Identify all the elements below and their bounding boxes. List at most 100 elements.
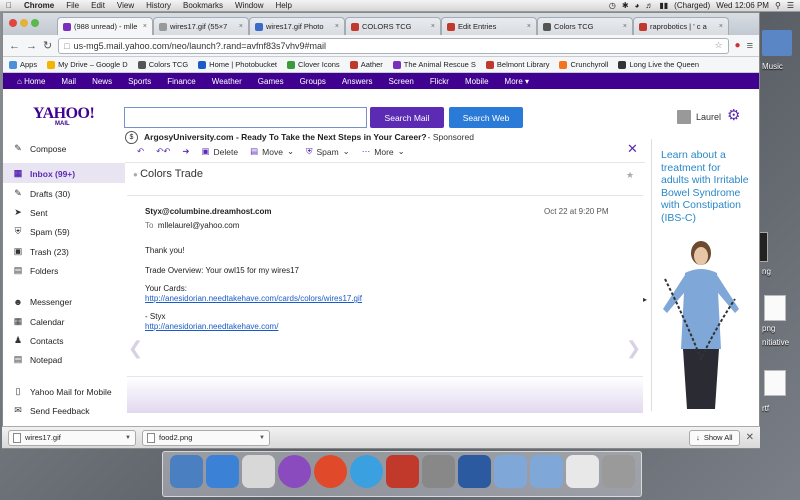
extension-icon[interactable]: ● bbox=[735, 40, 741, 51]
chevron-down-icon[interactable]: ▼ bbox=[125, 435, 131, 441]
close-message-icon[interactable]: ✕ bbox=[627, 141, 638, 157]
reply-all-icon[interactable]: ↶↶ bbox=[156, 146, 170, 157]
finder-icon[interactable] bbox=[170, 455, 203, 488]
sidebar-item-trash[interactable]: ▣ Trash (23) bbox=[13, 246, 69, 257]
avatar[interactable] bbox=[677, 110, 691, 124]
show-all-button[interactable]: ↓ Show All bbox=[689, 429, 740, 446]
nav-news[interactable]: News bbox=[84, 77, 120, 86]
reload-icon[interactable]: ↻ bbox=[43, 39, 52, 52]
textedit-icon[interactable] bbox=[242, 455, 275, 488]
downloads-stack-icon[interactable] bbox=[566, 455, 599, 488]
bookmark-long-live-the-queen[interactable]: Long Live the Queen bbox=[618, 60, 699, 69]
compose-button[interactable]: ✎ Compose bbox=[13, 143, 66, 154]
settings-gear-icon[interactable]: ⚙ bbox=[727, 106, 740, 124]
menu-icon[interactable]: ≡ bbox=[747, 40, 753, 52]
download-item-wires17[interactable]: wires17.gif ▼ bbox=[8, 429, 136, 446]
nav-weather[interactable]: Weather bbox=[204, 77, 250, 86]
message-from[interactable]: Styx@columbine.dreamhost.com bbox=[145, 207, 272, 216]
download-item-food2[interactable]: food2.png ▼ bbox=[142, 429, 270, 446]
menu-help[interactable]: Help bbox=[269, 1, 297, 10]
chrome-icon[interactable] bbox=[314, 455, 347, 488]
tab-edit-entries[interactable]: Edit Entries × bbox=[441, 17, 537, 35]
documents-folder-icon[interactable] bbox=[530, 455, 563, 488]
move-button[interactable]: ▤ Move ⌄ bbox=[250, 146, 294, 157]
bluetooth-icon[interactable]: ✱ bbox=[622, 1, 629, 10]
sidebar-item-contacts[interactable]: ♟ Contacts bbox=[13, 335, 64, 346]
nav-answers[interactable]: Answers bbox=[334, 77, 381, 86]
chevron-down-icon[interactable]: ▼ bbox=[259, 435, 265, 441]
system-preferences-icon[interactable] bbox=[422, 455, 455, 488]
time-machine-icon[interactable]: ◷ bbox=[609, 1, 616, 10]
sidebar-item-inbox[interactable]: ▦ Inbox (99+) bbox=[13, 168, 75, 179]
window-close-icon[interactable] bbox=[9, 19, 17, 27]
to-address[interactable]: mllelaurel@yahoo.com bbox=[158, 221, 240, 230]
nav-flickr[interactable]: Flickr bbox=[422, 77, 457, 86]
spam-button[interactable]: ⛨ Spam ⌄ bbox=[306, 146, 350, 157]
forward-icon[interactable]: → bbox=[26, 40, 37, 52]
tab-wires17-gif[interactable]: wires17.gif (55×7 × bbox=[153, 17, 249, 35]
volume-icon[interactable]: ♬ bbox=[645, 1, 653, 10]
applications-folder-icon[interactable] bbox=[494, 455, 527, 488]
bookmark-apps[interactable]: Apps bbox=[9, 60, 37, 69]
previous-message-icon[interactable]: ❮ bbox=[128, 338, 143, 359]
menu-app-name[interactable]: Chrome bbox=[18, 1, 60, 10]
sidebar-item-calendar[interactable]: ▦ Calendar bbox=[13, 316, 65, 327]
bookmark-clover-icons[interactable]: Clover Icons bbox=[287, 60, 340, 69]
menu-history[interactable]: History bbox=[140, 1, 177, 10]
tab-colors-tcg[interactable]: Colors TCG × bbox=[537, 17, 633, 35]
forward-icon[interactable]: ➜ bbox=[182, 146, 189, 157]
menu-file[interactable]: File bbox=[60, 1, 85, 10]
menu-window[interactable]: Window bbox=[229, 1, 269, 10]
sidebar-item-mail-mobile[interactable]: ▯ Yahoo Mail for Mobile bbox=[13, 386, 112, 397]
nav-groups[interactable]: Groups bbox=[292, 77, 334, 86]
search-input[interactable] bbox=[124, 107, 367, 128]
xcode-icon[interactable] bbox=[458, 455, 491, 488]
address-bar[interactable]: □ us-mg5.mail.yahoo.com/neo/launch?.rand… bbox=[58, 37, 729, 54]
tab-raprobotics[interactable]: raprobotics | ' c a × bbox=[633, 17, 729, 35]
sidebar-item-folders[interactable]: ▤ Folders bbox=[13, 265, 59, 276]
menu-view[interactable]: View bbox=[111, 1, 140, 10]
battery-icon[interactable]: ▮▮ bbox=[659, 1, 668, 10]
signature-link[interactable]: http://anesidorian.needtakehave.com/ bbox=[145, 322, 278, 331]
tab-close-icon[interactable]: × bbox=[143, 23, 147, 30]
bookmark-star-icon[interactable]: ☆ bbox=[714, 40, 722, 51]
tab-close-icon[interactable]: × bbox=[239, 23, 243, 30]
collapse-ad-icon[interactable]: ▸ bbox=[643, 295, 647, 304]
sidebar-item-drafts[interactable]: ✎ Drafts (30) bbox=[13, 188, 70, 199]
tab-close-icon[interactable]: × bbox=[335, 23, 339, 30]
search-mail-button[interactable]: Search Mail bbox=[370, 107, 444, 128]
window-zoom-icon[interactable] bbox=[31, 19, 39, 27]
back-icon[interactable]: ← bbox=[9, 40, 20, 52]
sidebar-item-notepad[interactable]: ▤ Notepad bbox=[13, 354, 62, 365]
tab-close-icon[interactable]: × bbox=[623, 23, 627, 30]
trash-icon[interactable] bbox=[602, 455, 635, 488]
spotlight-icon[interactable]: ⚲ bbox=[775, 1, 781, 10]
bookmark-colors-tcg[interactable]: Colors TCG bbox=[137, 60, 188, 69]
clock[interactable]: Wed 12:06 PM bbox=[716, 1, 769, 10]
bookmark-belmont-library[interactable]: Belmont Library bbox=[485, 60, 549, 69]
menu-edit[interactable]: Edit bbox=[85, 1, 111, 10]
home-icon[interactable]: ⌂ Home bbox=[9, 77, 53, 86]
apple-icon[interactable]:  bbox=[0, 1, 18, 10]
rtf-file-icon[interactable] bbox=[764, 370, 786, 396]
bookmark-aather[interactable]: Aather bbox=[349, 60, 383, 69]
desktop-icon-initiative[interactable]: nitiative bbox=[762, 338, 789, 347]
itunes-purple-icon[interactable] bbox=[278, 455, 311, 488]
sidebar-item-messenger[interactable]: ☻ Messenger bbox=[13, 297, 72, 307]
sidebar-item-spam[interactable]: ⛨ Spam (59) bbox=[13, 226, 70, 237]
itunes-icon[interactable] bbox=[350, 455, 383, 488]
desktop-icon-music[interactable]: Music bbox=[762, 62, 783, 71]
wifi-icon[interactable]: ◕ bbox=[635, 1, 640, 10]
star-icon[interactable]: ★ bbox=[626, 170, 634, 181]
tab-yahoo-mail[interactable]: (988 unread) - mlle × bbox=[57, 17, 153, 35]
desktop-icon-png1[interactable]: ng bbox=[762, 267, 771, 276]
next-message-icon[interactable]: ❯ bbox=[626, 338, 641, 359]
desktop-icon-rtf[interactable]: rtf bbox=[762, 404, 769, 413]
reply-icon[interactable]: ↶ bbox=[137, 146, 144, 157]
nav-finance[interactable]: Finance bbox=[159, 77, 203, 86]
photo-booth-icon[interactable] bbox=[386, 455, 419, 488]
music-folder-icon[interactable] bbox=[762, 30, 792, 56]
nav-screen[interactable]: Screen bbox=[381, 77, 422, 86]
tab-close-icon[interactable]: × bbox=[431, 23, 435, 30]
png-file-icon[interactable] bbox=[764, 295, 786, 321]
